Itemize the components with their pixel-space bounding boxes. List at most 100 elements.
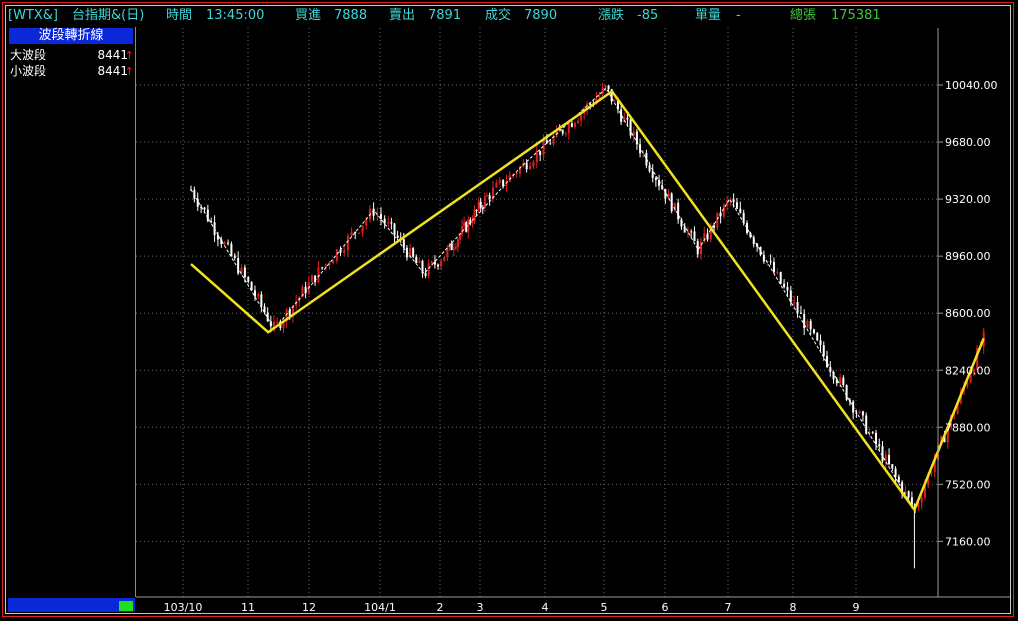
candle-body	[920, 497, 923, 503]
candle-body	[343, 250, 346, 253]
candle-body	[430, 261, 433, 264]
y-tick-label: 8600.00	[945, 307, 991, 320]
candle-body	[203, 207, 206, 210]
candle-body	[907, 491, 910, 498]
candle-body	[865, 415, 868, 434]
candle-body	[573, 123, 576, 127]
candle-body	[488, 195, 491, 200]
candle-body	[816, 333, 819, 341]
candle-body	[535, 150, 538, 163]
candle-body	[437, 264, 440, 267]
candle-body	[321, 267, 324, 269]
candle-body	[564, 133, 567, 135]
x-tick-label: 2	[437, 601, 444, 614]
candle-body	[498, 179, 501, 183]
candle-body	[601, 87, 604, 95]
candle-body	[479, 201, 482, 208]
candle-body	[450, 243, 453, 250]
candle-body	[613, 100, 616, 102]
candle-body	[393, 223, 396, 236]
candle-body	[769, 261, 772, 263]
candle-body	[310, 275, 313, 282]
x-tick-label: 9	[853, 601, 860, 614]
y-tick-label: 7160.00	[945, 535, 991, 548]
candle-body	[471, 221, 474, 224]
candle-body	[350, 231, 353, 236]
candle-body	[446, 248, 449, 258]
candle-body	[473, 210, 476, 222]
candle-body	[467, 219, 470, 232]
candle-body	[779, 272, 782, 284]
candle-body	[826, 356, 829, 367]
grid	[136, 28, 938, 597]
candle-body	[772, 261, 775, 273]
candle-body	[549, 143, 552, 145]
candle-body	[819, 340, 822, 346]
x-tick-label: 103/10	[164, 601, 203, 614]
candle-body	[861, 411, 864, 416]
candle-body	[456, 239, 459, 247]
candle-body	[739, 208, 742, 213]
candle-body	[440, 261, 443, 267]
candle-body	[796, 302, 799, 313]
candle-body	[396, 235, 399, 238]
major-wave	[190, 89, 985, 513]
candle-body	[230, 243, 233, 256]
candle-body	[253, 290, 256, 297]
candle-body	[452, 248, 455, 250]
candle-body	[243, 267, 246, 278]
candle-body	[433, 261, 436, 265]
candle-body	[881, 446, 884, 462]
candle-body	[247, 277, 250, 282]
candle-body	[874, 432, 877, 445]
candle-body	[454, 246, 457, 249]
candle-body	[332, 260, 335, 264]
candle-body	[387, 222, 390, 224]
x-tick-label: 8	[790, 601, 797, 614]
candle-body	[424, 273, 427, 276]
candle-body	[418, 260, 421, 263]
candle-body	[532, 162, 535, 167]
y-tick-label: 10040.00	[945, 79, 998, 92]
candle-body	[383, 218, 386, 224]
candle-body	[237, 257, 240, 274]
candle-body	[716, 212, 719, 228]
candle-body	[529, 166, 532, 170]
y-tick-label: 9320.00	[945, 193, 991, 206]
candle-body	[878, 444, 881, 447]
candle-body	[891, 464, 894, 469]
candle-body	[786, 287, 789, 291]
candle-body	[227, 242, 230, 244]
candle-body	[759, 246, 762, 255]
candle-body	[427, 263, 430, 276]
x-tick-label: 104/1	[364, 601, 396, 614]
candle-body	[607, 85, 610, 90]
candle-body	[799, 312, 802, 314]
major-wave-line	[190, 89, 985, 513]
candle-body	[683, 226, 686, 233]
candle-body	[570, 123, 573, 127]
chart-window: { "header": { "symbol": "[WTX&]", "name"…	[0, 0, 1018, 621]
x-tick-label: 11	[241, 601, 255, 614]
candle-body	[567, 123, 570, 134]
candle-body	[223, 242, 226, 245]
candles	[190, 82, 985, 569]
candle-body	[415, 256, 418, 263]
candle-body	[693, 231, 696, 242]
candle-body	[812, 329, 815, 334]
candle-body	[233, 255, 236, 258]
candle-body	[884, 454, 887, 462]
candle-body	[483, 196, 486, 208]
candle-body	[273, 321, 276, 327]
candle-body	[732, 199, 735, 203]
candle-body	[276, 321, 279, 323]
candle-body	[317, 267, 320, 283]
candle-body	[257, 294, 260, 297]
candle-body	[495, 182, 498, 188]
candle-body	[654, 177, 657, 181]
candle-body	[651, 171, 654, 178]
candle-body	[686, 231, 689, 233]
minor-wave	[190, 87, 985, 511]
candle-body	[365, 219, 368, 226]
price-chart[interactable]: 10040.00 9680.00 9320.00 8960.00 8600.00 8240…	[0, 0, 1018, 621]
